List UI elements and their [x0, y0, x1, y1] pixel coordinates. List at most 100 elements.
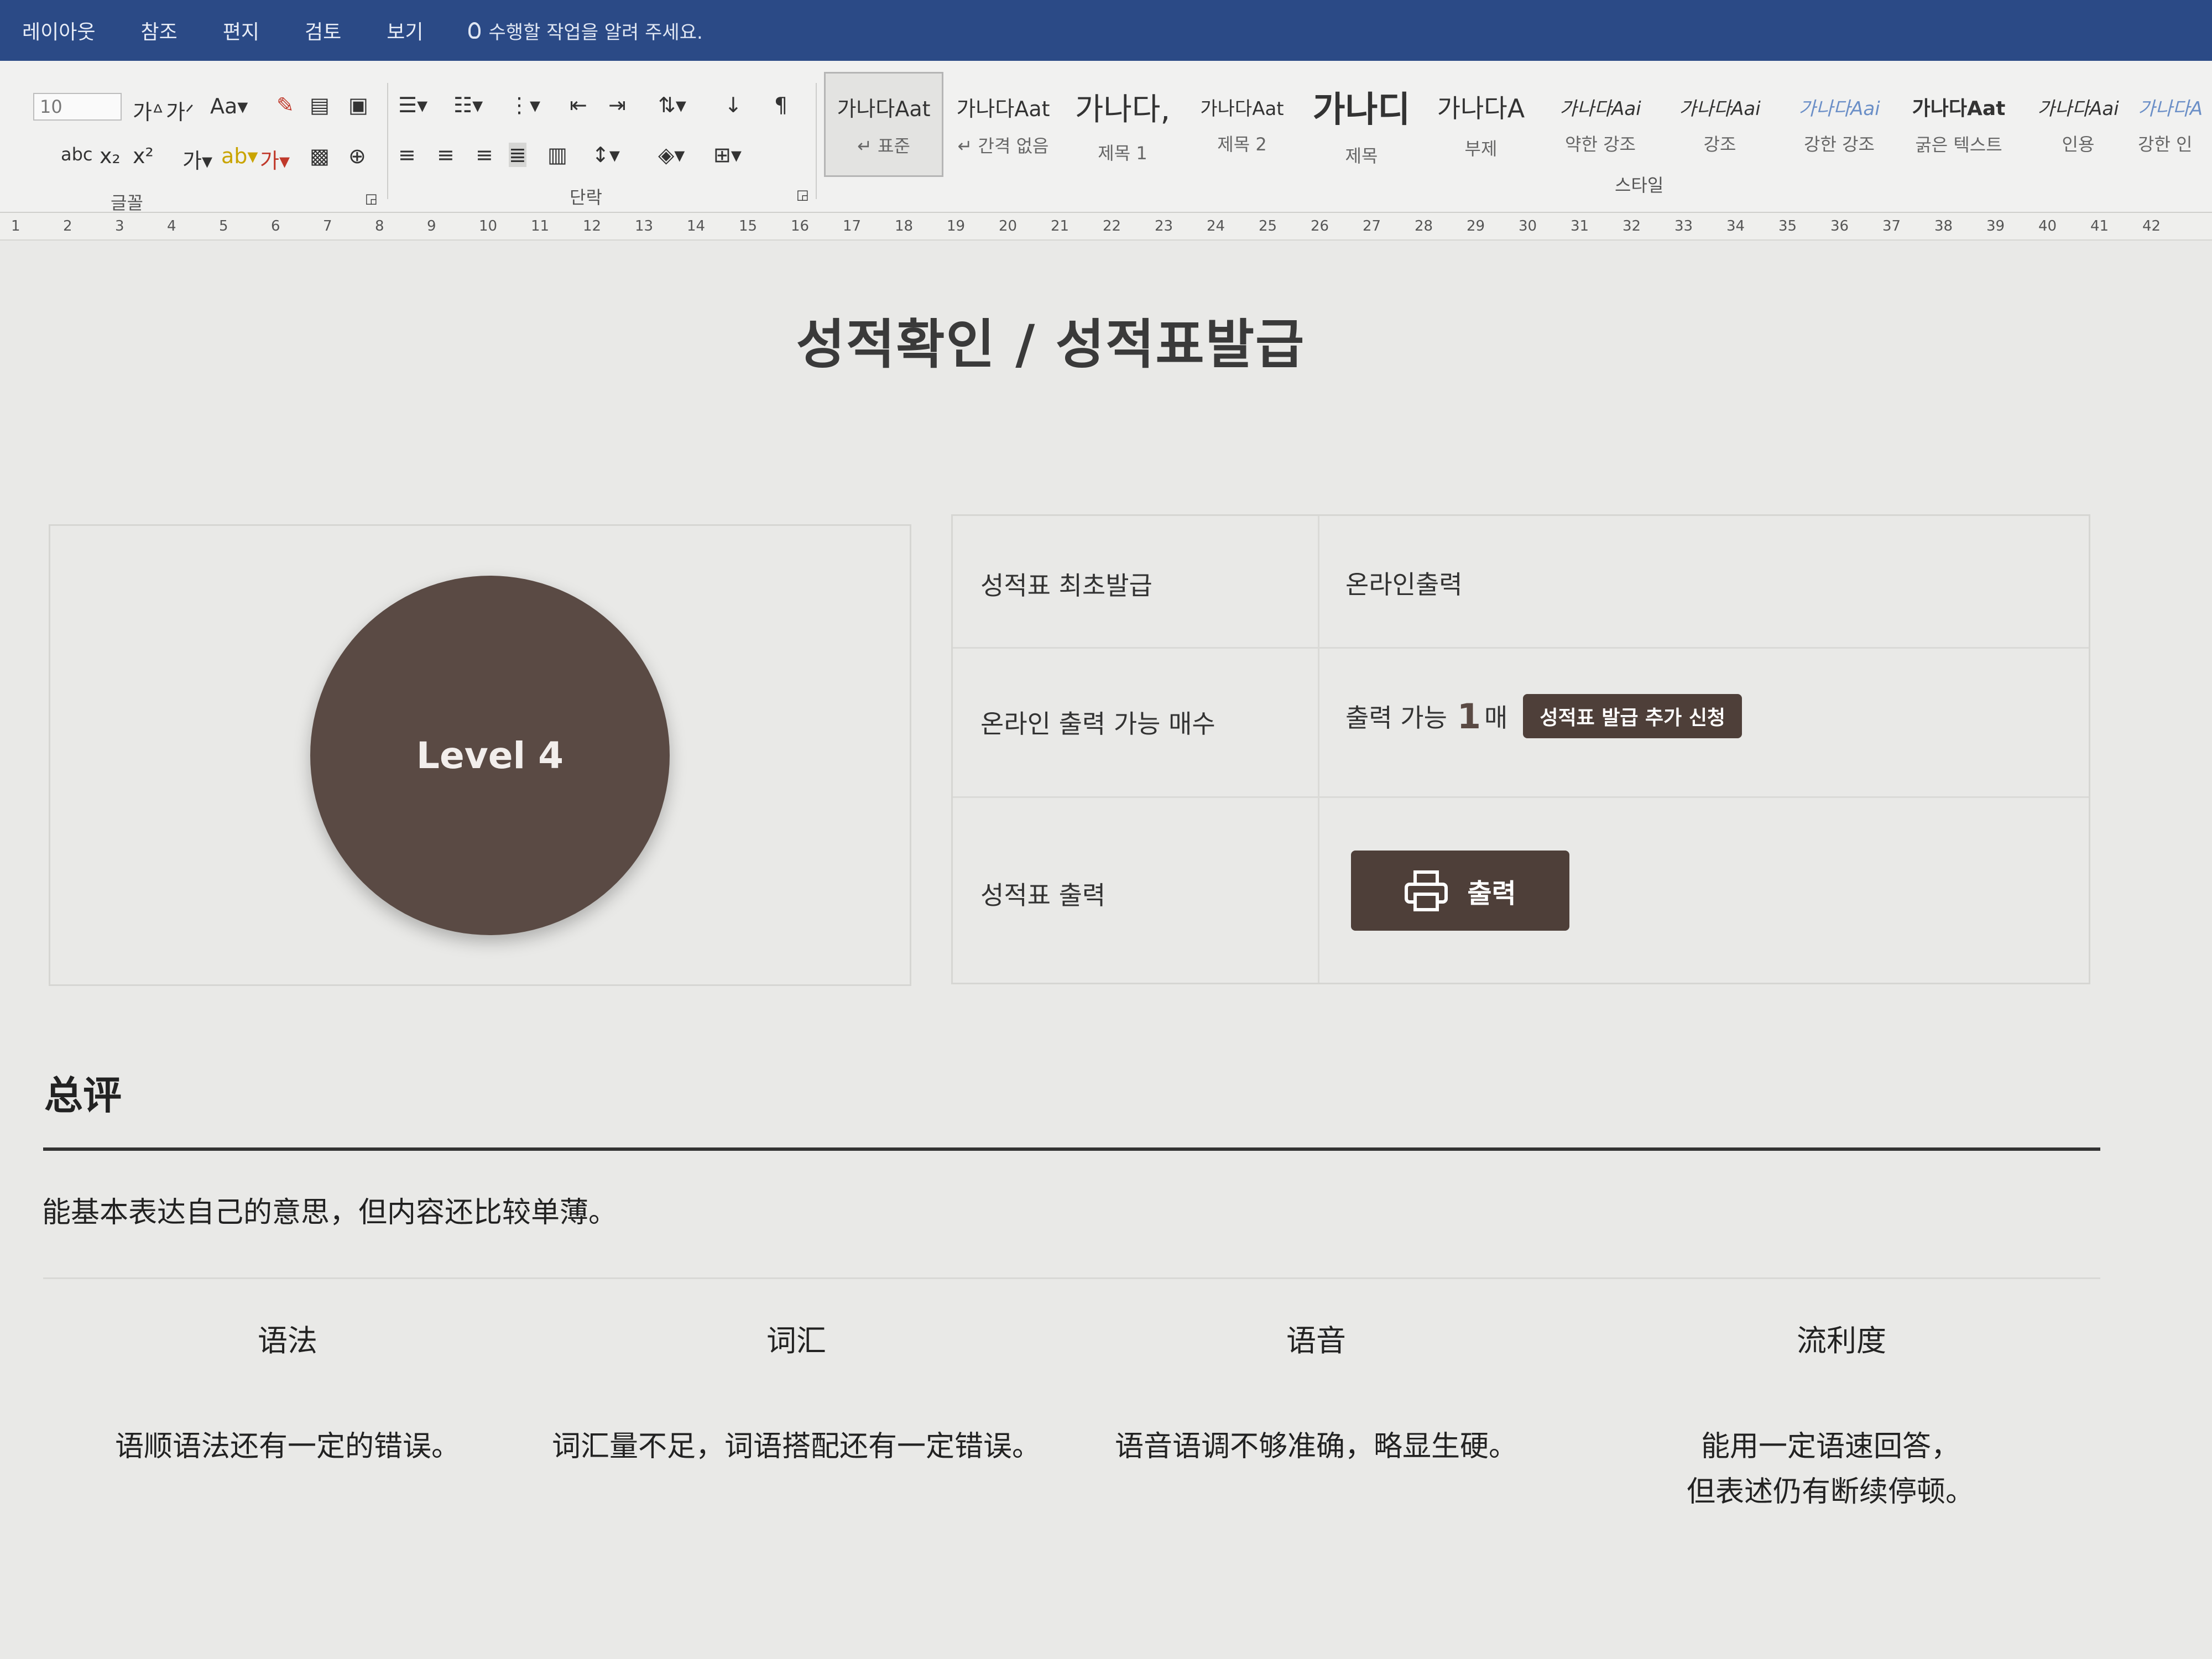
style-sample: 가나다A — [1437, 93, 1525, 123]
ruler-tick-label: 27 — [1363, 218, 1381, 234]
multilevel-list-icon[interactable]: ⋮▾ — [509, 93, 540, 117]
borders-icon[interactable]: ⊞▾ — [713, 143, 742, 167]
ruler-tick-label: 41 — [2090, 218, 2109, 234]
style-name: 약한 강조 — [1565, 133, 1636, 155]
strikethrough-icon[interactable]: abc — [61, 144, 93, 165]
first-issue-value: 온라인출력 — [1345, 570, 1463, 599]
ribbon-divider — [816, 83, 817, 199]
ruler-tick-label: 3 — [115, 218, 124, 234]
ruler-tick-label: 26 — [1311, 218, 1329, 234]
justify-icon[interactable]: ≣ — [509, 143, 526, 167]
distributed-icon[interactable]: ▥ — [547, 143, 567, 167]
style-strong[interactable]: 가나다Aat 굵은 텍스트 — [1899, 72, 2018, 177]
category-fluency-comment: 能用一定语速回答， 但表述仍有断续停顿。 — [1686, 1430, 1974, 1509]
print-button-label: 출력 — [1467, 878, 1516, 909]
ruler-tick-label: 1 — [11, 218, 20, 234]
shading-icon[interactable]: ◈▾ — [658, 143, 685, 167]
ruler-tick-label: 23 — [1155, 218, 1173, 234]
summary-text: 能基本表达自己的意思，但内容还比较单薄。 — [42, 1196, 618, 1229]
ruler-tick-label: 9 — [427, 218, 436, 234]
section-divider — [43, 1147, 2100, 1151]
style-name: 인용 — [2062, 133, 2095, 155]
style-sample: 가나다Aai — [1559, 97, 1641, 120]
tab-view[interactable]: 보기 — [387, 16, 423, 45]
paragraph-dialog-launcher-icon[interactable]: ◲ — [796, 187, 809, 202]
ruler-tick-label: 34 — [1726, 218, 1745, 234]
styles-gallery: 가나다Aat ↵ 표준 가나다Aat ↵ 간격 없음 가나다, 제목 1 가나다… — [824, 72, 2212, 182]
style-intense-emphasis[interactable]: 가나다Aai 강한 강조 — [1780, 72, 1899, 177]
increase-indent-icon[interactable]: ⇥ — [608, 93, 626, 117]
ruler-tick-label: 11 — [531, 218, 550, 234]
font-color-icon[interactable]: 가▾ — [260, 144, 290, 174]
online-count-unit: 매 — [1484, 703, 1508, 733]
style-sample: 가나다Aai — [2037, 97, 2119, 120]
sort-az-icon[interactable]: ↓ — [724, 93, 742, 117]
line-spacing-icon[interactable]: ↕▾ — [592, 143, 620, 167]
tell-me-box[interactable]: 수행할 작업을 알려 주세요. — [468, 17, 703, 44]
style-subtle-emphasis[interactable]: 가나다Aai 약한 강조 — [1541, 72, 1660, 177]
category-vocabulary-comment: 词汇量不足，词语搭配还有一定错误。 — [551, 1430, 1041, 1463]
change-case-icon[interactable]: Aa▾ — [210, 94, 248, 118]
ruler-tick-label: 5 — [219, 218, 228, 234]
style-heading-2[interactable]: 가나다Aat 제목 2 — [1182, 72, 1302, 177]
ruler-tick-label: 17 — [843, 218, 862, 234]
grow-font-icon[interactable]: 가ᐞ — [133, 95, 164, 126]
style-title[interactable]: 가나디 제목 — [1302, 72, 1421, 177]
font-size-box[interactable]: 10 — [33, 93, 122, 121]
category-vocabulary-title: 词汇 — [766, 1323, 826, 1358]
style-heading-1[interactable]: 가나다, 제목 1 — [1063, 72, 1182, 177]
ruler-tick-label: 42 — [2142, 218, 2161, 234]
style-quote[interactable]: 가나다Aai 인용 — [2018, 72, 2138, 177]
style-sample: 가나다Aat — [956, 96, 1050, 121]
enclose-char-icon[interactable]: ⊕ — [348, 144, 366, 168]
style-no-spacing[interactable]: 가나다Aat ↵ 간격 없음 — [943, 72, 1063, 177]
subscript-icon[interactable]: x₂ — [100, 144, 121, 168]
align-center-icon[interactable]: ≡ — [437, 143, 455, 167]
show-marks-icon[interactable]: ¶ — [774, 93, 787, 117]
ruler-tick-label: 31 — [1571, 218, 1589, 234]
char-shading-icon[interactable]: ▩ — [310, 144, 330, 168]
numbering-icon[interactable]: ☷▾ — [453, 93, 483, 117]
tab-layout[interactable]: 레이아웃 — [22, 16, 95, 45]
align-right-icon[interactable]: ≡ — [476, 143, 493, 167]
phonetic-guide-icon[interactable]: ▤ — [310, 93, 330, 117]
category-fluency-title: 流利度 — [1797, 1323, 1886, 1358]
print-label: 성적표 출력 — [980, 880, 1106, 910]
row-first-issue: 성적표 최초발급 온라인출력 — [953, 516, 2089, 649]
highlight-icon[interactable]: ab▾ — [221, 144, 258, 168]
online-count-prefix: 출력 가능 — [1345, 703, 1447, 733]
align-left-icon[interactable]: ≡ — [398, 143, 416, 167]
add-issue-request-button[interactable]: 성적표 발급 추가 신청 — [1523, 694, 1743, 738]
style-normal[interactable]: 가나다Aat ↵ 표준 — [824, 72, 943, 177]
style-sample: 가나다Aat — [1200, 97, 1284, 120]
ruler-tick-label: 30 — [1519, 218, 1537, 234]
clear-format-icon[interactable]: ✎ — [276, 93, 294, 117]
superscript-icon[interactable]: x² — [133, 144, 154, 168]
decrease-indent-icon[interactable]: ⇤ — [570, 93, 587, 117]
char-border-icon[interactable]: ▣ — [348, 93, 368, 117]
style-emphasis[interactable]: 가나다Aai 강조 — [1660, 72, 1780, 177]
row-online-count: 온라인 출력 가능 매수 출력 가능 1 매 성적표 발급 추가 신청 — [953, 649, 2089, 798]
print-button[interactable]: 출력 — [1351, 851, 1569, 931]
style-name: 강조 — [1703, 133, 1736, 155]
tab-references[interactable]: 참조 — [140, 16, 177, 45]
ruler-tick-label: 37 — [1882, 218, 1901, 234]
style-name: 제목 2 — [1217, 133, 1267, 155]
ruler-tick-label: 6 — [271, 218, 280, 234]
ruler-tick-label: 29 — [1467, 218, 1485, 234]
style-name: 부제 — [1464, 138, 1498, 159]
ruler-tick-label: 4 — [167, 218, 176, 234]
first-issue-label: 성적표 최초발급 — [980, 571, 1152, 601]
style-subtitle[interactable]: 가나다A 부제 — [1421, 72, 1541, 177]
bullets-icon[interactable]: ☰▾ — [398, 93, 427, 117]
font-dialog-launcher-icon[interactable]: ◲ — [365, 191, 378, 206]
shrink-font-icon[interactable]: 가ᐟ — [166, 95, 194, 126]
sort-icon[interactable]: ⇅▾ — [658, 93, 686, 117]
horizontal-ruler[interactable]: 1 2 3 4 5 6 7 8 9 10 11 12 13 14 15 16 17 18 19 20 21 22 23 24 2… — [0, 213, 2212, 241]
text-effects-icon[interactable]: 가▾ — [182, 144, 212, 174]
style-name: 제목 1 — [1098, 142, 1147, 164]
style-intense-quote[interactable]: 가나다A 강한 인 — [2138, 72, 2210, 177]
ruler-tick-label: 28 — [1415, 218, 1433, 234]
tab-review[interactable]: 검토 — [305, 16, 341, 45]
tab-mailings[interactable]: 편지 — [223, 16, 259, 45]
